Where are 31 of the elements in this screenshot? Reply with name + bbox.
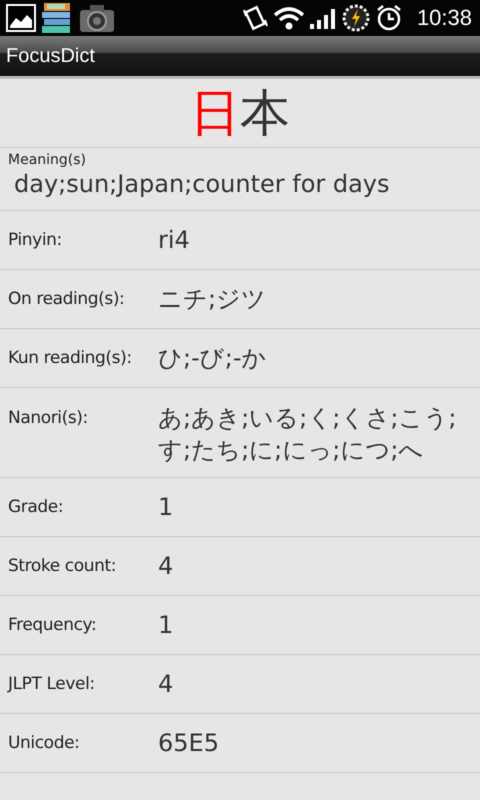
vibrate-icon (240, 4, 269, 32)
camera-icon (78, 2, 116, 34)
field-label: Pinyin: (7, 230, 63, 250)
field-label: Unicode: (7, 732, 80, 753)
signal-icon (308, 6, 337, 30)
field-label: Stroke count: (7, 556, 118, 576)
field-value: 1 (158, 492, 174, 523)
field-label: Kun reading(s): (7, 348, 133, 368)
field-label: On reading(s): (7, 289, 126, 309)
field-value: 1 (158, 610, 174, 641)
field-value: ニチ;ジツ (158, 284, 268, 315)
field-value: ひ;-び;-か (158, 342, 268, 374)
field-value: あ;あき;いる;く;くさ;こう;す;たち;に;にっ;につ;へ (158, 403, 458, 466)
field-label: JLPT Level: (6, 674, 96, 694)
picture-icon (6, 4, 36, 32)
field-label: Nanori(s): (7, 408, 89, 428)
field-label: Grade: (7, 496, 64, 517)
meaning-label: Meaning(s) (8, 152, 88, 168)
field-label: Frequency: (7, 614, 98, 635)
alarm-icon (374, 4, 403, 32)
field-value: 4 (158, 668, 174, 700)
clock-time: 10:38 (416, 5, 472, 31)
field-value: 65E5 (158, 728, 220, 759)
wifi-icon (272, 5, 305, 31)
kanji-character: 日 (190, 88, 240, 138)
app-title: FocusDict (6, 44, 95, 68)
meaning-value: day;sun;Japan;counter for days (13, 170, 391, 198)
field-value: 4 (158, 550, 174, 582)
kanji-character: 本 (240, 88, 290, 138)
field-value: ri4 (158, 224, 191, 256)
battery-charging-icon (340, 3, 371, 33)
